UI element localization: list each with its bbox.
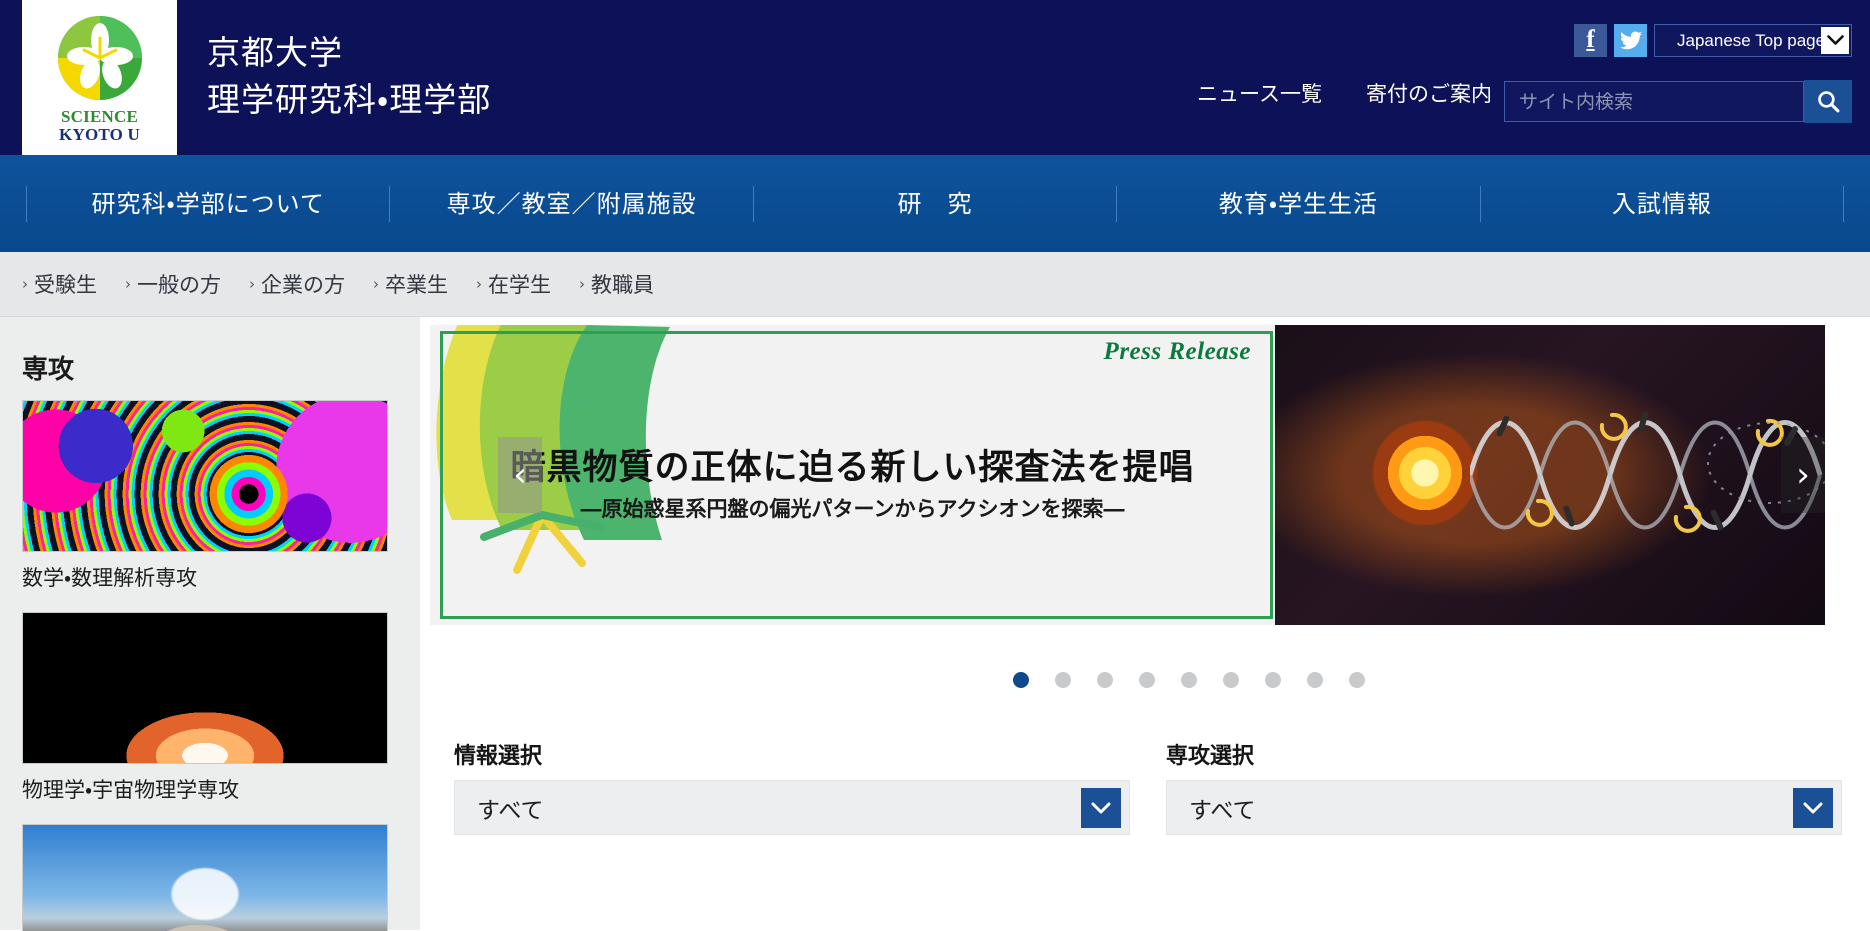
carousel-dot[interactable] (1349, 672, 1365, 688)
site-search (1504, 80, 1852, 123)
sidebar-departments: 専攻 数学・数理解析専攻 物理学・宇宙物理学専攻 (0, 317, 420, 931)
audience-link-general[interactable]: › 一般の方 (125, 269, 221, 299)
page-content: 専攻 数学・数理解析専攻 物理学・宇宙物理学専攻 Press Release 暗… (0, 317, 1870, 931)
twitter-bird-glyph (1619, 31, 1642, 50)
sidebar-heading: 専攻 (22, 355, 75, 385)
language-select[interactable]: Japanese Top page (1654, 24, 1852, 57)
audience-bar: › 受験生 › 一般の方 › 企業の方 › 卒業生 › 在学生 › 教職員 (0, 252, 1870, 317)
sidebar-item-math[interactable]: 数学・数理解析専攻 (22, 400, 390, 592)
department-value: すべて (1189, 797, 1256, 824)
chevron-down-icon[interactable] (1793, 788, 1833, 828)
carousel-dot[interactable] (1265, 672, 1281, 688)
header-links: ニュース一覧 寄付のご案内 (1197, 78, 1492, 108)
helix-illustration (1470, 411, 1825, 533)
search-input[interactable] (1504, 81, 1804, 122)
slide-subtitle: ―原始惑星系円盤の偏光パターンからアクシオンを探索― (580, 496, 1125, 521)
department-select[interactable]: すべて (1166, 780, 1842, 835)
chevron-right-icon: › (373, 274, 379, 293)
chevron-right-icon: › (125, 274, 131, 293)
chevron-right-icon: › (476, 274, 482, 293)
information-category-value: すべて (477, 797, 544, 824)
site-header: SCIENCE KYOTO U 京都大学 理学研究科・理学部 f Japanes… (0, 0, 1870, 155)
main-column: Press Release 暗黒物質の正体に迫る新しい探査法を提唱 ―原始惑星系… (420, 317, 1870, 930)
nav-item-education[interactable]: 教育・学生生活 (1116, 185, 1479, 222)
sidebar-item-label: 数学・数理解析専攻 (22, 566, 198, 590)
nav-item-research[interactable]: 研 究 (752, 185, 1116, 222)
audience-label: 受験生 (34, 273, 97, 297)
chevron-down-icon[interactable] (1821, 27, 1849, 54)
carousel-pagination (430, 672, 1870, 688)
audience-link-alumni[interactable]: › 卒業生 (373, 269, 448, 299)
audience-label: 教職員 (591, 273, 654, 297)
filter-group-department: 専攻選択 すべて (1166, 738, 1842, 835)
site-title-line2: 理学研究科・理学部 (207, 79, 492, 119)
thumbnail-earth-science[interactable] (22, 824, 388, 931)
sidebar-item-earth-science[interactable] (22, 824, 390, 931)
thumbnail-physics[interactable] (22, 612, 388, 764)
nav-item-departments[interactable]: 専攻／教室／附属施設 (389, 185, 752, 222)
site-title: 京都大学 理学研究科・理学部 (207, 30, 491, 124)
carousel-dot[interactable] (1307, 672, 1323, 688)
chevron-right-icon: › (579, 274, 585, 293)
information-category-select[interactable]: すべて (454, 780, 1130, 835)
thumbnail-math[interactable] (22, 400, 388, 552)
audience-label: 在学生 (488, 273, 551, 297)
logo-text-science: SCIENCE (61, 106, 138, 126)
nav-item-admissions[interactable]: 入試情報 (1479, 185, 1845, 222)
audience-link-examinee[interactable]: › 受験生 (22, 269, 97, 299)
carousel-dot[interactable] (1181, 672, 1197, 688)
carousel-next-button[interactable]: › (1781, 437, 1825, 513)
carousel-dot[interactable] (1097, 672, 1113, 688)
header-right-area: f Japanese Top page ニュース一覧 寄付のご案内 (1197, 0, 1852, 155)
logo-text-kyoto-u: KYOTO U (59, 124, 140, 144)
sidebar-item-label: 物理学・宇宙物理学専攻 (22, 778, 240, 802)
twitter-icon[interactable] (1614, 24, 1647, 57)
search-icon (1817, 91, 1839, 113)
nav-item-about[interactable]: 研究科・学部について (26, 185, 389, 222)
carousel-slide-active[interactable]: Press Release 暗黒物質の正体に迫る新しい探査法を提唱 ―原始惑星系… (430, 325, 1275, 625)
facebook-icon[interactable]: f (1574, 24, 1607, 57)
facebook-glyph: f (1586, 25, 1595, 53)
site-logo[interactable]: SCIENCE KYOTO U (22, 0, 177, 155)
main-navigation: 研究科・学部について 専攻／教室／附属施設 研 究 教育・学生生活 入試情報 (0, 155, 1870, 252)
chevron-right-icon: › (249, 274, 255, 293)
carousel-dot[interactable] (1223, 672, 1239, 688)
chevron-down-icon[interactable] (1081, 788, 1121, 828)
chevron-right-icon: › (22, 274, 28, 293)
ginkgo-logo-icon (50, 12, 150, 107)
filter-label-information: 情報選択 (454, 744, 543, 769)
spacetime-warp-image (23, 613, 387, 763)
filter-group-information: 情報選択 すべて (454, 738, 1130, 835)
carousel-slide-next[interactable]: › (1275, 325, 1825, 625)
audience-label: 企業の方 (261, 273, 345, 297)
press-release-badge: Press Release (1103, 338, 1251, 365)
carousel-dot[interactable] (1139, 672, 1155, 688)
audience-label: 卒業生 (385, 273, 448, 297)
header-utility-row: f Japanese Top page (1574, 24, 1852, 57)
audience-link-students[interactable]: › 在学生 (476, 269, 551, 299)
audience-link-corporate[interactable]: › 企業の方 (249, 269, 345, 299)
search-button[interactable] (1804, 80, 1852, 123)
sidebar-item-physics[interactable]: 物理学・宇宙物理学専攻 (22, 612, 390, 804)
news-filter-row: 情報選択 すべて 専攻選択 すべて (430, 738, 1870, 835)
language-select-value: Japanese Top page (1677, 30, 1826, 50)
slide-title: 暗黒物質の正体に迫る新しい探査法を提唱 (510, 447, 1195, 488)
audience-label: 一般の方 (137, 273, 221, 297)
carousel-dot[interactable] (1013, 672, 1029, 688)
carousel-dot[interactable] (1055, 672, 1071, 688)
donation-link[interactable]: 寄付のご案内 (1366, 78, 1492, 108)
hero-carousel: Press Release 暗黒物質の正体に迫る新しい探査法を提唱 ―原始惑星系… (430, 325, 1870, 630)
site-title-line1: 京都大学 (207, 33, 343, 72)
fractal-image (23, 401, 387, 551)
filter-label-department: 専攻選択 (1166, 744, 1255, 769)
volcano-image (23, 825, 387, 931)
news-list-link[interactable]: ニュース一覧 (1197, 78, 1322, 108)
audience-link-faculty[interactable]: › 教職員 (579, 269, 654, 299)
carousel-prev-button[interactable]: ‹ (498, 437, 542, 513)
